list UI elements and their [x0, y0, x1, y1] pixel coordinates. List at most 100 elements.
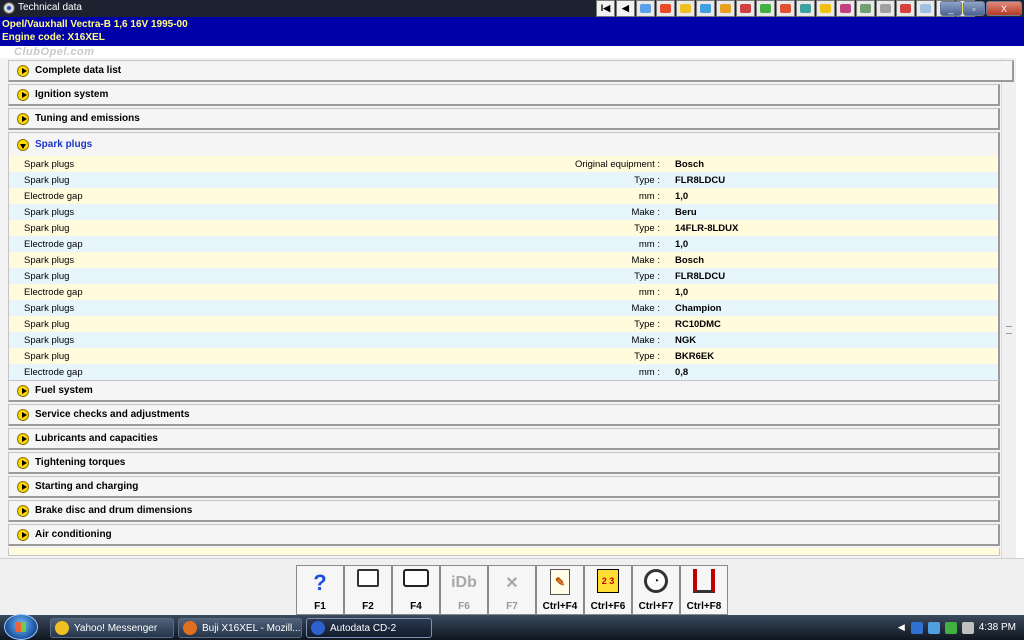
module-icon	[660, 4, 671, 13]
fkey-label: Ctrl+F6	[590, 601, 626, 612]
arrow-right-icon	[17, 112, 29, 125]
clock[interactable]: 4:38 PM	[979, 622, 1016, 633]
row-value: Bosch	[675, 159, 705, 170]
module-icon	[720, 4, 731, 13]
section-tightening-torques[interactable]: Tightening torques	[8, 452, 1000, 474]
section-complete-data-list[interactable]: Complete data list	[8, 60, 1014, 82]
previous-page-button[interactable]: ◀	[616, 0, 635, 17]
gauge-button[interactable]: ◔ Ctrl+F7	[632, 565, 680, 615]
gauge-icon: ◔	[644, 569, 668, 593]
lift-button[interactable]: Ctrl+F8	[680, 565, 728, 615]
window-controls: _ ▫ X	[939, 1, 1022, 16]
messenger-icon	[55, 621, 69, 635]
row-unit: mm :	[638, 191, 660, 202]
fkey-label: F1	[314, 601, 326, 612]
task-yahoo-messenger[interactable]: Yahoo! Messenger	[50, 618, 174, 638]
screen-button[interactable]: F4	[392, 565, 440, 615]
section-air-conditioning[interactable]: Air conditioning	[8, 524, 1000, 546]
row-value: Champion	[675, 303, 722, 314]
toolbar-module-icon[interactable]	[916, 0, 935, 17]
table-row: Spark plugs Make : Champion	[9, 300, 998, 316]
toolbar-module-icon[interactable]	[776, 0, 795, 17]
diagram-button[interactable]: 2 3 Ctrl+F6	[584, 565, 632, 615]
start-button[interactable]	[4, 614, 38, 640]
module-icon	[760, 4, 771, 13]
first-page-button[interactable]: I◀	[596, 0, 615, 17]
tray-security-icon[interactable]	[944, 621, 957, 634]
vertical-scrollbar[interactable]	[1001, 58, 1016, 558]
task-label: Autodata CD-2	[330, 622, 397, 634]
task-label: Yahoo! Messenger	[74, 622, 158, 634]
toolbar-module-icon[interactable]	[836, 0, 855, 17]
row-value: FLR8LDCU	[675, 175, 726, 186]
app-icon[interactable]	[3, 2, 15, 14]
taskbar: Yahoo! Messenger Buji X16XEL - Mozill...…	[0, 614, 1024, 640]
section-ignition-system[interactable]: Ignition system	[8, 84, 1000, 106]
network-icon[interactable]	[910, 621, 923, 634]
row-value: 14FLR-8LDUX	[675, 223, 739, 234]
help-button[interactable]: ? F1	[296, 565, 344, 615]
task-autodata[interactable]: Autodata CD-2	[306, 618, 432, 638]
toolbar-module-icon[interactable]	[796, 0, 815, 17]
table-row: Electrode gap mm : 1,0	[9, 236, 998, 252]
row-value: 1,0	[675, 239, 689, 250]
module-icon	[880, 4, 891, 13]
volume-icon[interactable]	[961, 621, 974, 634]
section-label: Ignition system	[35, 89, 109, 100]
chevron-left-icon[interactable]: ◀	[898, 622, 905, 633]
toolbar-module-icon[interactable]	[896, 0, 915, 17]
row-name: Spark plugs	[24, 159, 75, 170]
fkey-label: Ctrl+F4	[542, 601, 578, 612]
minimize-button[interactable]: _	[940, 1, 962, 16]
section-starting-charging[interactable]: Starting and charging	[8, 476, 1000, 498]
print-button[interactable]: F2	[344, 565, 392, 615]
row-value: Beru	[675, 207, 697, 218]
restore-button[interactable]: ▫	[963, 1, 985, 16]
tray-app-icon[interactable]	[927, 621, 940, 634]
toolbar-module-icon[interactable]	[656, 0, 675, 17]
row-unit: Make :	[631, 255, 660, 266]
row-value: 1,0	[675, 287, 689, 298]
title-bar: Technical data I◀ ◀ _ ▫ X	[0, 0, 1024, 17]
module-icon	[700, 4, 711, 13]
row-name: Spark plug	[24, 223, 70, 234]
toolbar-module-icon[interactable]	[736, 0, 755, 17]
section-lubricants[interactable]: Lubricants and capacities	[8, 428, 1000, 450]
toolbar-module-icon[interactable]	[856, 0, 875, 17]
row-unit: Type :	[634, 271, 660, 282]
row-value: NGK	[675, 335, 697, 346]
toolbar-module-icon[interactable]	[816, 0, 835, 17]
section-fuel-system[interactable]: Fuel system	[8, 380, 1000, 402]
section-label: Lubricants and capacities	[35, 433, 158, 444]
table-row: Spark plugs Make : Beru	[9, 204, 998, 220]
fkey-label: F4	[410, 601, 422, 612]
section-label: Complete data list	[35, 65, 122, 76]
row-unit: Type :	[634, 351, 660, 362]
autodata-icon	[311, 621, 325, 635]
monitor-icon	[403, 569, 429, 587]
arrow-right-icon	[17, 504, 29, 517]
module-icon	[900, 4, 911, 13]
toolbar-module-icon[interactable]	[876, 0, 895, 17]
row-name: Electrode gap	[24, 367, 83, 378]
tools-button[interactable]: ✕ F7	[488, 565, 536, 615]
row-name: Spark plug	[24, 271, 70, 282]
row-unit: Type :	[634, 223, 660, 234]
scrollbar-grip[interactable]	[1006, 326, 1012, 334]
task-firefox[interactable]: Buji X16XEL - Mozill...	[178, 618, 302, 638]
database-button[interactable]: iDb F6	[440, 565, 488, 615]
toolbar-module-icon[interactable]	[696, 0, 715, 17]
section-brake-dimensions[interactable]: Brake disc and drum dimensions	[8, 500, 1000, 522]
section-service-checks[interactable]: Service checks and adjustments	[8, 404, 1000, 426]
engine-code: Engine code: X16XEL	[2, 32, 105, 43]
section-tuning-and-emissions[interactable]: Tuning and emissions	[8, 108, 1000, 130]
toolbar-module-icon[interactable]	[676, 0, 695, 17]
notes-button[interactable]: ✎ Ctrl+F4	[536, 565, 584, 615]
section-spark-plugs[interactable]: Spark plugs	[8, 132, 1000, 156]
section-label: Starting and charging	[35, 481, 139, 492]
toolbar-module-icon[interactable]	[716, 0, 735, 17]
toolbar-module-icon[interactable]	[756, 0, 775, 17]
row-value: BKR6EK	[675, 351, 715, 362]
toolbar-module-icon[interactable]	[636, 0, 655, 17]
close-button[interactable]: X	[986, 1, 1022, 16]
